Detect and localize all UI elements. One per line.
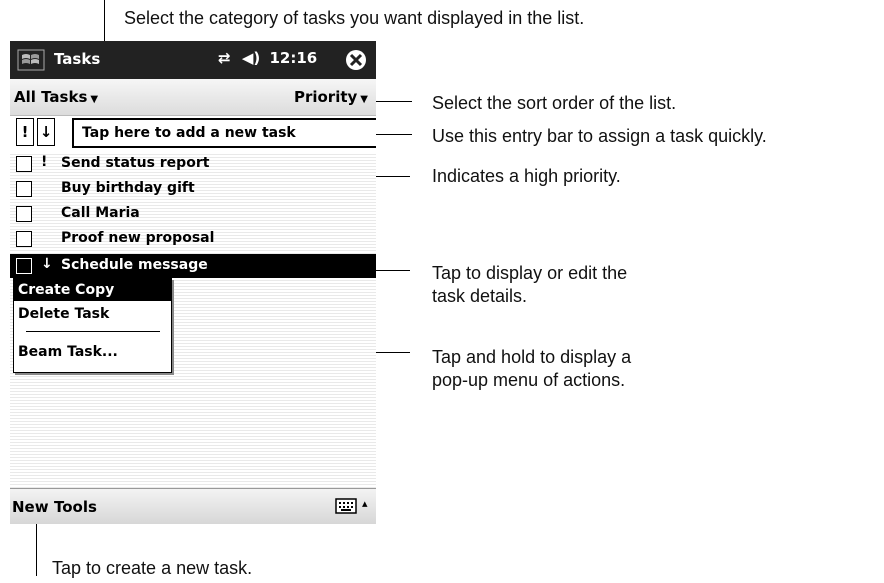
context-menu: Create Copy Delete Task Beam Task... [13, 278, 172, 373]
menu-item-create-copy[interactable]: Create Copy [14, 279, 171, 301]
callout-new: Tap to create a new task. [52, 558, 253, 578]
start-menu-icon[interactable] [16, 48, 46, 72]
callout-category: Select the category of tasks you want di… [124, 8, 585, 28]
chevron-down-icon: ▼ [90, 94, 99, 105]
new-button[interactable]: New [12, 498, 49, 516]
callout-details-line1: Tap to display or edit the [432, 263, 628, 283]
volume-icon[interactable]: ◀) [242, 49, 260, 67]
entry-bar: ! ↓ Tap here to add a new task [10, 118, 376, 149]
new-task-entry-field[interactable]: Tap here to add a new task [72, 118, 376, 148]
sip-arrow-icon[interactable]: ▴ [362, 497, 368, 510]
callout-sort: Select the sort order of the list. [432, 93, 677, 113]
task-label: Call Maria [61, 205, 140, 221]
app-title: Tasks [54, 50, 101, 68]
filter-bar: All Tasks ▼ Priority ▼ [10, 79, 376, 116]
leader-details [376, 270, 410, 271]
callout-entry: Use this entry bar to assign a task quic… [432, 126, 767, 146]
callout-popup-line2: pop-up menu of actions. [432, 370, 626, 390]
task-row-selected[interactable]: ↓ Schedule message [10, 254, 376, 278]
category-dropdown[interactable]: All Tasks ▼ [14, 88, 98, 106]
task-checkbox[interactable] [16, 181, 32, 197]
task-checkbox[interactable] [16, 258, 32, 274]
task-row[interactable]: ! Send status report [10, 152, 376, 176]
task-label: Send status report [61, 155, 210, 171]
menu-separator [26, 331, 160, 332]
task-label: Schedule message [61, 257, 208, 273]
tools-menu[interactable]: Tools [54, 498, 97, 516]
sort-label: Priority [293, 88, 358, 106]
clock[interactable]: 12:16 [269, 49, 317, 67]
title-bar: Tasks ⇄ ◀) 12:16 [10, 41, 376, 79]
leader-new [36, 520, 37, 576]
menu-item-delete-task[interactable]: Delete Task [14, 303, 171, 325]
close-icon[interactable] [344, 48, 368, 72]
menu-item-beam-task[interactable]: Beam Task... [14, 341, 171, 363]
callout-priority: Indicates a high priority. [432, 166, 621, 186]
sort-button[interactable]: ↓ [37, 118, 55, 146]
task-checkbox[interactable] [16, 206, 32, 222]
low-priority-icon: ↓ [41, 256, 53, 272]
callout-popup-line1: Tap and hold to display a [432, 347, 632, 367]
status-area[interactable]: ⇄ ◀) 12:16 [218, 49, 317, 67]
connectivity-icon[interactable]: ⇄ [218, 49, 231, 67]
task-row[interactable]: Buy birthday gift [10, 177, 376, 201]
task-row[interactable]: Call Maria [10, 202, 376, 226]
task-checkbox[interactable] [16, 231, 32, 247]
keyboard-icon[interactable] [335, 497, 357, 515]
task-label: Buy birthday gift [61, 180, 195, 196]
task-checkbox[interactable] [16, 156, 32, 172]
command-bar: New Tools ▴ [10, 488, 376, 524]
priority-button[interactable]: ! [16, 118, 34, 146]
category-label: All Tasks [14, 88, 88, 106]
task-row[interactable]: Proof new proposal [10, 227, 376, 251]
task-label: Proof new proposal [61, 230, 215, 246]
high-priority-icon: ! [41, 154, 48, 170]
callout-details-line2: task details. [432, 286, 528, 306]
chevron-down-icon: ▼ [360, 94, 368, 105]
pocket-pc-screen: Tasks ⇄ ◀) 12:16 All Tasks ▼ Priority ▼ ! … [10, 41, 376, 524]
sort-dropdown[interactable]: Priority ▼ [294, 88, 368, 106]
leader-entry [370, 134, 412, 135]
